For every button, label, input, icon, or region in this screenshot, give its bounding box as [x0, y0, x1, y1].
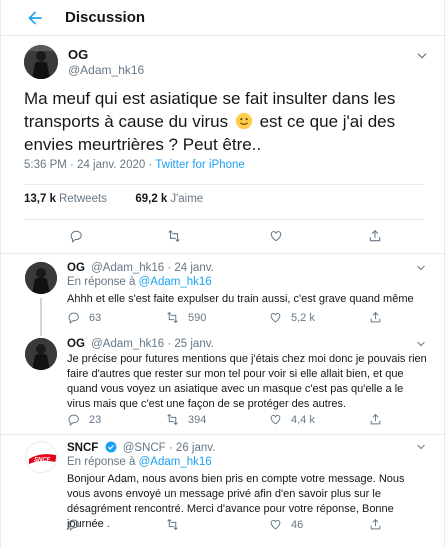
retweet-button[interactable]: 394 — [166, 413, 206, 426]
reply-mention[interactable]: @Adam_hk16 — [139, 456, 212, 468]
share-button[interactable] — [369, 518, 391, 531]
tweet-timestamp[interactable]: 5:36 PM · 24 janv. 2020 — [24, 159, 145, 171]
like-icon — [270, 414, 281, 425]
tweet-stats: 13,7 k Retweets 69,2 k J'aime — [24, 193, 203, 205]
divider — [24, 184, 424, 185]
like-count: 46 — [291, 518, 304, 531]
retweet-icon — [167, 413, 178, 426]
retweet-count: 590 — [188, 311, 207, 324]
reply-date[interactable]: · 26 janv. — [169, 442, 215, 454]
like-count: 5,2 k — [291, 311, 315, 324]
divider — [1, 253, 446, 254]
reply-actions: 63 590 5,2 k — [67, 311, 407, 327]
thread-line — [40, 298, 42, 336]
back-arrow-icon[interactable] — [25, 8, 45, 28]
like-button[interactable]: 46 — [269, 518, 303, 531]
tweet-thread: Discussion OG @Adam_hk16 Ma meuf qui est… — [0, 0, 446, 548]
reply-icon — [68, 519, 79, 531]
reply-header: OG @Adam_hk16 · 24 janv. — [67, 262, 214, 274]
retweet-count: 394 — [188, 413, 207, 426]
tweet-source[interactable]: Twitter for iPhone — [155, 159, 244, 171]
share-button[interactable] — [369, 311, 391, 324]
sncf-logo-mark: SNCF — [26, 442, 56, 472]
reply-actions: 46 — [67, 518, 407, 534]
share-icon — [370, 311, 381, 323]
reply-author-handle[interactable]: @Adam_hk16 — [91, 338, 164, 350]
retweet-icon — [167, 518, 178, 531]
avatar-photo — [25, 262, 57, 294]
reply-header: SNCF @SNCF · 26 janv. — [67, 441, 215, 454]
reply-button[interactable]: 23 — [67, 413, 101, 426]
like-count: 4,4 k — [291, 413, 315, 426]
reply-date[interactable]: · 24 janv. — [167, 262, 213, 274]
retweets-count[interactable]: 13,7 k — [24, 193, 56, 205]
like-icon[interactable] — [269, 229, 283, 243]
reply-date[interactable]: · 25 janv. — [167, 338, 213, 350]
reply-author-name[interactable]: SNCF — [67, 442, 98, 454]
author-handle[interactable]: @Adam_hk16 — [68, 63, 144, 77]
like-button[interactable]: 4,4 k — [269, 413, 315, 426]
share-icon — [370, 518, 381, 530]
reply-mention[interactable]: @Adam_hk16 — [139, 276, 212, 288]
tweet-meta: 5:36 PM · 24 janv. 2020 · Twitter for iP… — [24, 159, 245, 171]
avatar-photo — [25, 338, 57, 370]
retweet-button[interactable] — [166, 518, 188, 531]
tweet-text: Ma meuf qui est asiatique se fait insult… — [24, 87, 434, 156]
chevron-down-icon[interactable] — [415, 338, 427, 350]
reply-header: OG @Adam_hk16 · 25 janv. — [67, 338, 214, 350]
reply-count: 23 — [89, 413, 102, 426]
share-icon[interactable] — [368, 229, 382, 243]
avatar-photo — [24, 45, 58, 79]
reply-button[interactable] — [67, 518, 89, 531]
sncf-logo-text: SNCF — [34, 458, 51, 464]
divider — [1, 434, 446, 435]
chevron-down-icon[interactable] — [415, 262, 427, 274]
reply-context: En réponse à @Adam_hk16 — [67, 456, 212, 468]
reply-count: 63 — [89, 311, 102, 324]
author-name[interactable]: OG — [68, 47, 88, 62]
reply-prefix: En réponse à — [67, 456, 136, 468]
like-icon — [270, 519, 281, 530]
divider — [24, 219, 424, 220]
share-icon — [370, 413, 381, 425]
like-icon — [270, 312, 281, 323]
retweet-button[interactable]: 590 — [166, 311, 206, 324]
retweet-icon[interactable] — [167, 229, 181, 243]
retweet-icon — [167, 311, 178, 324]
likes-count[interactable]: 69,2 k — [135, 193, 167, 205]
reply-author-name[interactable]: OG — [67, 338, 85, 350]
page-title: Discussion — [65, 9, 146, 26]
reply-author-handle[interactable]: @Adam_hk16 — [91, 262, 164, 274]
reply-context: En réponse à @Adam_hk16 — [67, 276, 212, 288]
like-button[interactable]: 5,2 k — [269, 311, 315, 324]
share-button[interactable] — [369, 413, 391, 426]
reply-icon — [68, 312, 79, 324]
avatar[interactable] — [24, 45, 58, 79]
reply-icon — [68, 414, 79, 426]
reply-text: Ahhh et elle s'est faite expulser du tra… — [67, 293, 414, 305]
page-header: Discussion — [1, 0, 446, 36]
chevron-down-icon[interactable] — [415, 441, 427, 453]
reply-text: Je précise pour futures mentions que j'é… — [67, 353, 427, 410]
reply-icon[interactable] — [69, 229, 83, 243]
reply-prefix: En réponse à — [67, 276, 136, 288]
verified-icon — [105, 441, 117, 453]
likes-label[interactable]: J'aime — [170, 193, 203, 205]
reply-button[interactable]: 63 — [67, 311, 101, 324]
chevron-down-icon[interactable] — [415, 49, 429, 63]
reply-author-name[interactable]: OG — [67, 262, 85, 274]
reply-actions: 23 394 4,4 k — [67, 413, 407, 429]
avatar[interactable] — [25, 338, 57, 370]
avatar[interactable] — [25, 262, 57, 294]
sncf-logo[interactable]: SNCF — [25, 441, 57, 473]
reply-author-handle[interactable]: @SNCF — [123, 442, 166, 454]
slightly-smiling-face-icon — [235, 112, 252, 130]
retweets-label[interactable]: Retweets — [59, 193, 107, 205]
